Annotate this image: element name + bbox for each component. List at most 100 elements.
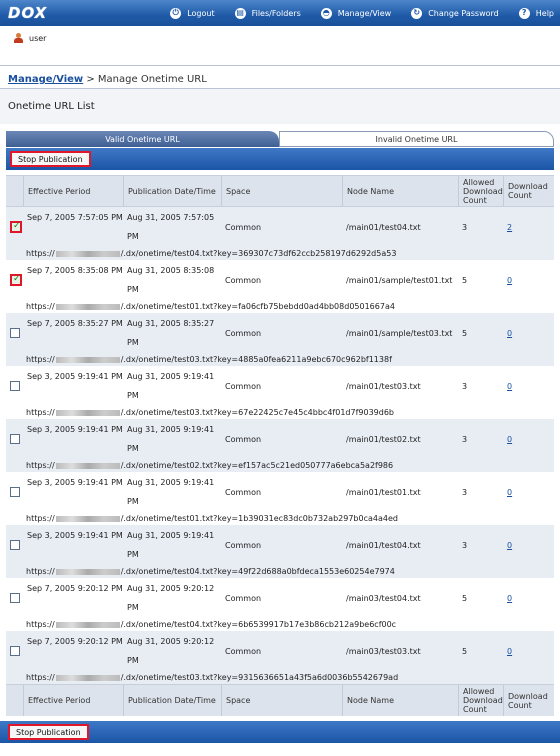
action-bar-bottom: Stop Publication [0,721,560,743]
table-row: Sep 3, 2005 9:19:41 PM Aug 31, 2005 9:19:… [6,472,554,525]
download-count-link[interactable]: 2 [507,223,512,232]
redacted-host [55,250,120,257]
space-cell: Common [225,381,262,391]
effective-period-cell: Sep 3, 2005 9:19:41 PM [27,531,123,540]
row-checkbox[interactable] [10,328,20,338]
space-cell: Common [225,646,262,656]
footer-allowed-download-count: Allowed Download Count [458,685,503,716]
onetime-url[interactable]: https:// /.dx/onetime/test03.txt?key=9315… [26,671,398,684]
node-name-cell: /main01/test04.txt [346,222,421,232]
allowed-download-count-cell: 3 [462,381,468,391]
row-checkbox[interactable] [10,487,20,497]
table-row-cells: Sep 3, 2005 9:19:41 PM Aug 31, 2005 9:19:… [6,366,554,406]
allowed-download-count-cell: 3 [462,222,468,232]
row-checkbox[interactable] [10,274,22,286]
row-select-cell [6,578,23,618]
onetime-url[interactable]: https:// /.dx/onetime/test03.txt?key=4885… [26,353,392,366]
breadcrumb: Manage/View > Manage Onetime URL [8,74,207,85]
url-path: /.dx/onetime/test01.txt?key=fa06cfb75beb… [120,302,395,311]
allowed-download-count-cell: 3 [462,487,468,497]
node-name-cell: /main01/test02.txt [346,434,421,444]
footer-publication-date: Publication Date/Time [123,685,221,716]
redacted-host [55,568,120,575]
effective-period-cell: Sep 7, 2005 9:20:12 PM [27,584,123,593]
row-checkbox[interactable] [10,646,20,656]
publication-date-cell: Aug 31, 2005 8:35:08 PM [127,266,215,294]
help-icon: ? [518,7,530,19]
table-row: Sep 3, 2005 9:19:41 PM Aug 31, 2005 9:19:… [6,525,554,578]
onetime-url[interactable]: https:// /.dx/onetime/test01.txt?key=fa06… [26,300,395,313]
header-select [6,176,23,206]
table-row-cells: Sep 7, 2005 7:57:05 PM Aug 31, 2005 7:57:… [6,207,554,247]
onetime-url[interactable]: https:// /.dx/onetime/test04.txt?key=49f2… [26,565,395,578]
effective-period-cell: Sep 3, 2005 9:19:41 PM [27,372,123,381]
download-count-link[interactable]: 0 [507,541,512,550]
header-download-count[interactable]: Download Count [503,176,554,206]
row-checkbox[interactable] [10,221,22,233]
onetime-url[interactable]: https:// /.dx/onetime/test04.txt?key=3693… [26,247,396,260]
header-node-name[interactable]: Node Name [342,176,458,206]
download-count-link[interactable]: 0 [507,276,512,285]
effective-period-cell: Sep 7, 2005 9:20:12 PM [27,637,123,646]
download-count-link[interactable]: 0 [507,488,512,497]
nav-files-folders[interactable]: ▤ Files/Folders [234,7,301,19]
stop-publication-button-top[interactable]: Stop Publication [10,151,91,167]
section-title: Onetime URL List [0,89,560,124]
header-publication-date[interactable]: Publication Date/Time [123,176,221,206]
nav-manage-view[interactable]: ◓ Manage/View [320,7,391,19]
publication-date-cell: Aug 31, 2005 9:19:41 PM [127,531,215,559]
url-prefix: https:// [26,514,55,523]
onetime-url[interactable]: https:// /.dx/onetime/test01.txt?key=1b39… [26,512,398,525]
download-count-link[interactable]: 0 [507,435,512,444]
download-count-link[interactable]: 0 [507,594,512,603]
table-header: Effective Period Publication Date/Time S… [6,175,554,207]
url-path: /.dx/onetime/test04.txt?key=49f22d688a0b… [120,567,395,576]
publication-date-cell: Aug 31, 2005 8:35:27 PM [127,319,215,347]
space-cell: Common [225,487,262,497]
header-space[interactable]: Space [221,176,342,206]
nav-help[interactable]: ? Help [518,7,554,19]
row-checkbox[interactable] [10,434,20,444]
header-effective-period[interactable]: Effective Period [23,176,123,206]
header-allowed-download-count[interactable]: Allowed Download Count [458,176,503,206]
divider [0,65,560,66]
nav-change-password[interactable]: ↻ Change Password [411,7,499,19]
redacted-host [55,462,120,469]
download-count-link[interactable]: 0 [507,329,512,338]
row-select-cell [6,631,23,671]
node-name-cell: /main01/test04.txt [346,540,421,550]
onetime-url[interactable]: https:// /.dx/onetime/test04.txt?key=6b65… [26,618,396,631]
redacted-host [55,356,120,363]
space-cell: Common [225,328,262,338]
url-prefix: https:// [26,249,55,258]
download-count-link[interactable]: 0 [507,382,512,391]
allowed-download-count-cell: 3 [462,434,468,444]
footer-effective-period: Effective Period [23,685,123,716]
effective-period-cell: Sep 3, 2005 9:19:41 PM [27,425,123,434]
publication-date-cell: Aug 31, 2005 9:20:12 PM [127,584,215,612]
row-select-cell [6,472,23,512]
stop-publication-button-bottom[interactable]: Stop Publication [8,724,89,740]
space-cell: Common [225,275,262,285]
onetime-url[interactable]: https:// /.dx/onetime/test03.txt?key=67e2… [26,406,394,419]
url-path: /.dx/onetime/test04.txt?key=369307c73df6… [120,249,397,258]
url-prefix: https:// [26,673,55,682]
tab-invalid-onetime-url[interactable]: Invalid Onetime URL [279,131,554,147]
row-checkbox[interactable] [10,540,20,550]
row-checkbox[interactable] [10,593,20,603]
allowed-download-count-cell: 5 [462,593,468,603]
table-row-cells: Sep 7, 2005 8:35:27 PM Aug 31, 2005 8:35:… [6,313,554,353]
nav-logout[interactable]: ⏻ Logout [170,7,215,19]
row-select-cell [6,260,23,300]
row-checkbox[interactable] [10,381,20,391]
download-count-cell: 0 [503,631,554,671]
breadcrumb-link-manage-view[interactable]: Manage/View [8,74,83,85]
row-select-cell [6,419,23,459]
download-count-link[interactable]: 0 [507,647,512,656]
table-body: Sep 7, 2005 7:57:05 PM Aug 31, 2005 7:57:… [6,207,554,684]
tab-valid-onetime-url[interactable]: Valid Onetime URL [6,131,279,147]
effective-period-cell: Sep 3, 2005 9:19:41 PM [27,478,123,487]
table-row-cells: Sep 7, 2005 8:35:08 PM Aug 31, 2005 8:35:… [6,260,554,300]
onetime-url[interactable]: https:// /.dx/onetime/test02.txt?key=ef15… [26,459,393,472]
download-count-cell: 0 [503,366,554,406]
